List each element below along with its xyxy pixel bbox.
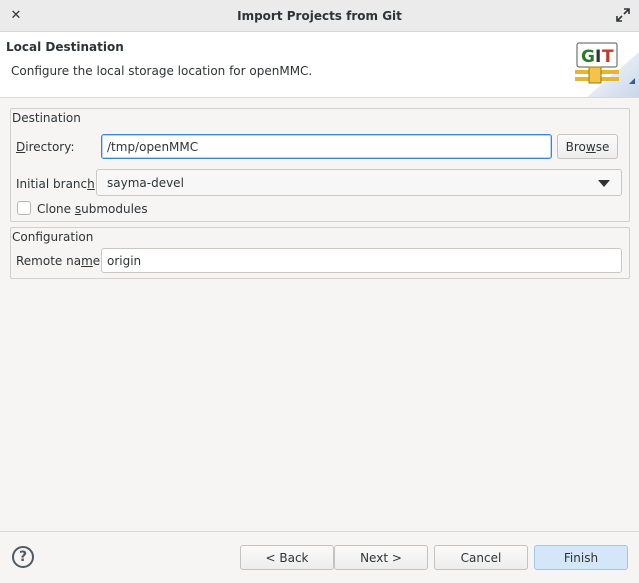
directory-input[interactable]: /tmp/openMMC	[101, 134, 552, 159]
page-description: Configure the local storage location for…	[11, 64, 313, 78]
clone-submodules-checkbox[interactable]	[17, 201, 31, 215]
wizard-header: Local Destination Configure the local st…	[0, 32, 639, 98]
svg-text:I: I	[595, 47, 601, 67]
configuration-legend: Configuration	[12, 230, 94, 244]
browse-button[interactable]: Bro w se	[557, 134, 618, 159]
initial-branch-value: sayma-devel	[107, 175, 184, 190]
remote-name-value: origin	[107, 253, 142, 268]
next-button[interactable]: Next >	[334, 545, 428, 570]
window-title: Import Projects from Git	[237, 8, 402, 23]
directory-value: /tmp/openMMC	[107, 139, 199, 154]
remote-name-input[interactable]: origin	[101, 248, 622, 273]
git-logo-icon: G I T	[575, 42, 639, 97]
svg-text:G: G	[581, 47, 595, 67]
page-title: Local Destination	[6, 40, 124, 54]
help-icon[interactable]: ?	[12, 546, 34, 568]
initial-branch-label: Initial branch:	[16, 177, 99, 191]
initial-branch-select[interactable]: sayma-devel	[96, 169, 622, 196]
finish-button[interactable]: Finish	[534, 545, 628, 570]
destination-legend: Destination	[12, 111, 81, 125]
title-bar: ✕ Import Projects from Git	[0, 0, 639, 32]
footer-divider	[0, 531, 639, 532]
chevron-down-icon	[598, 180, 610, 187]
cancel-button[interactable]: Cancel	[434, 545, 528, 570]
svg-text:T: T	[602, 47, 614, 67]
directory-label: Directory:	[16, 140, 75, 154]
back-button[interactable]: < Back	[240, 545, 334, 570]
maximize-icon[interactable]	[615, 7, 631, 23]
clone-submodules-label[interactable]: Clone submodules	[37, 202, 148, 216]
remote-name-label: Remote name:	[16, 254, 105, 268]
close-icon[interactable]: ✕	[8, 7, 24, 23]
